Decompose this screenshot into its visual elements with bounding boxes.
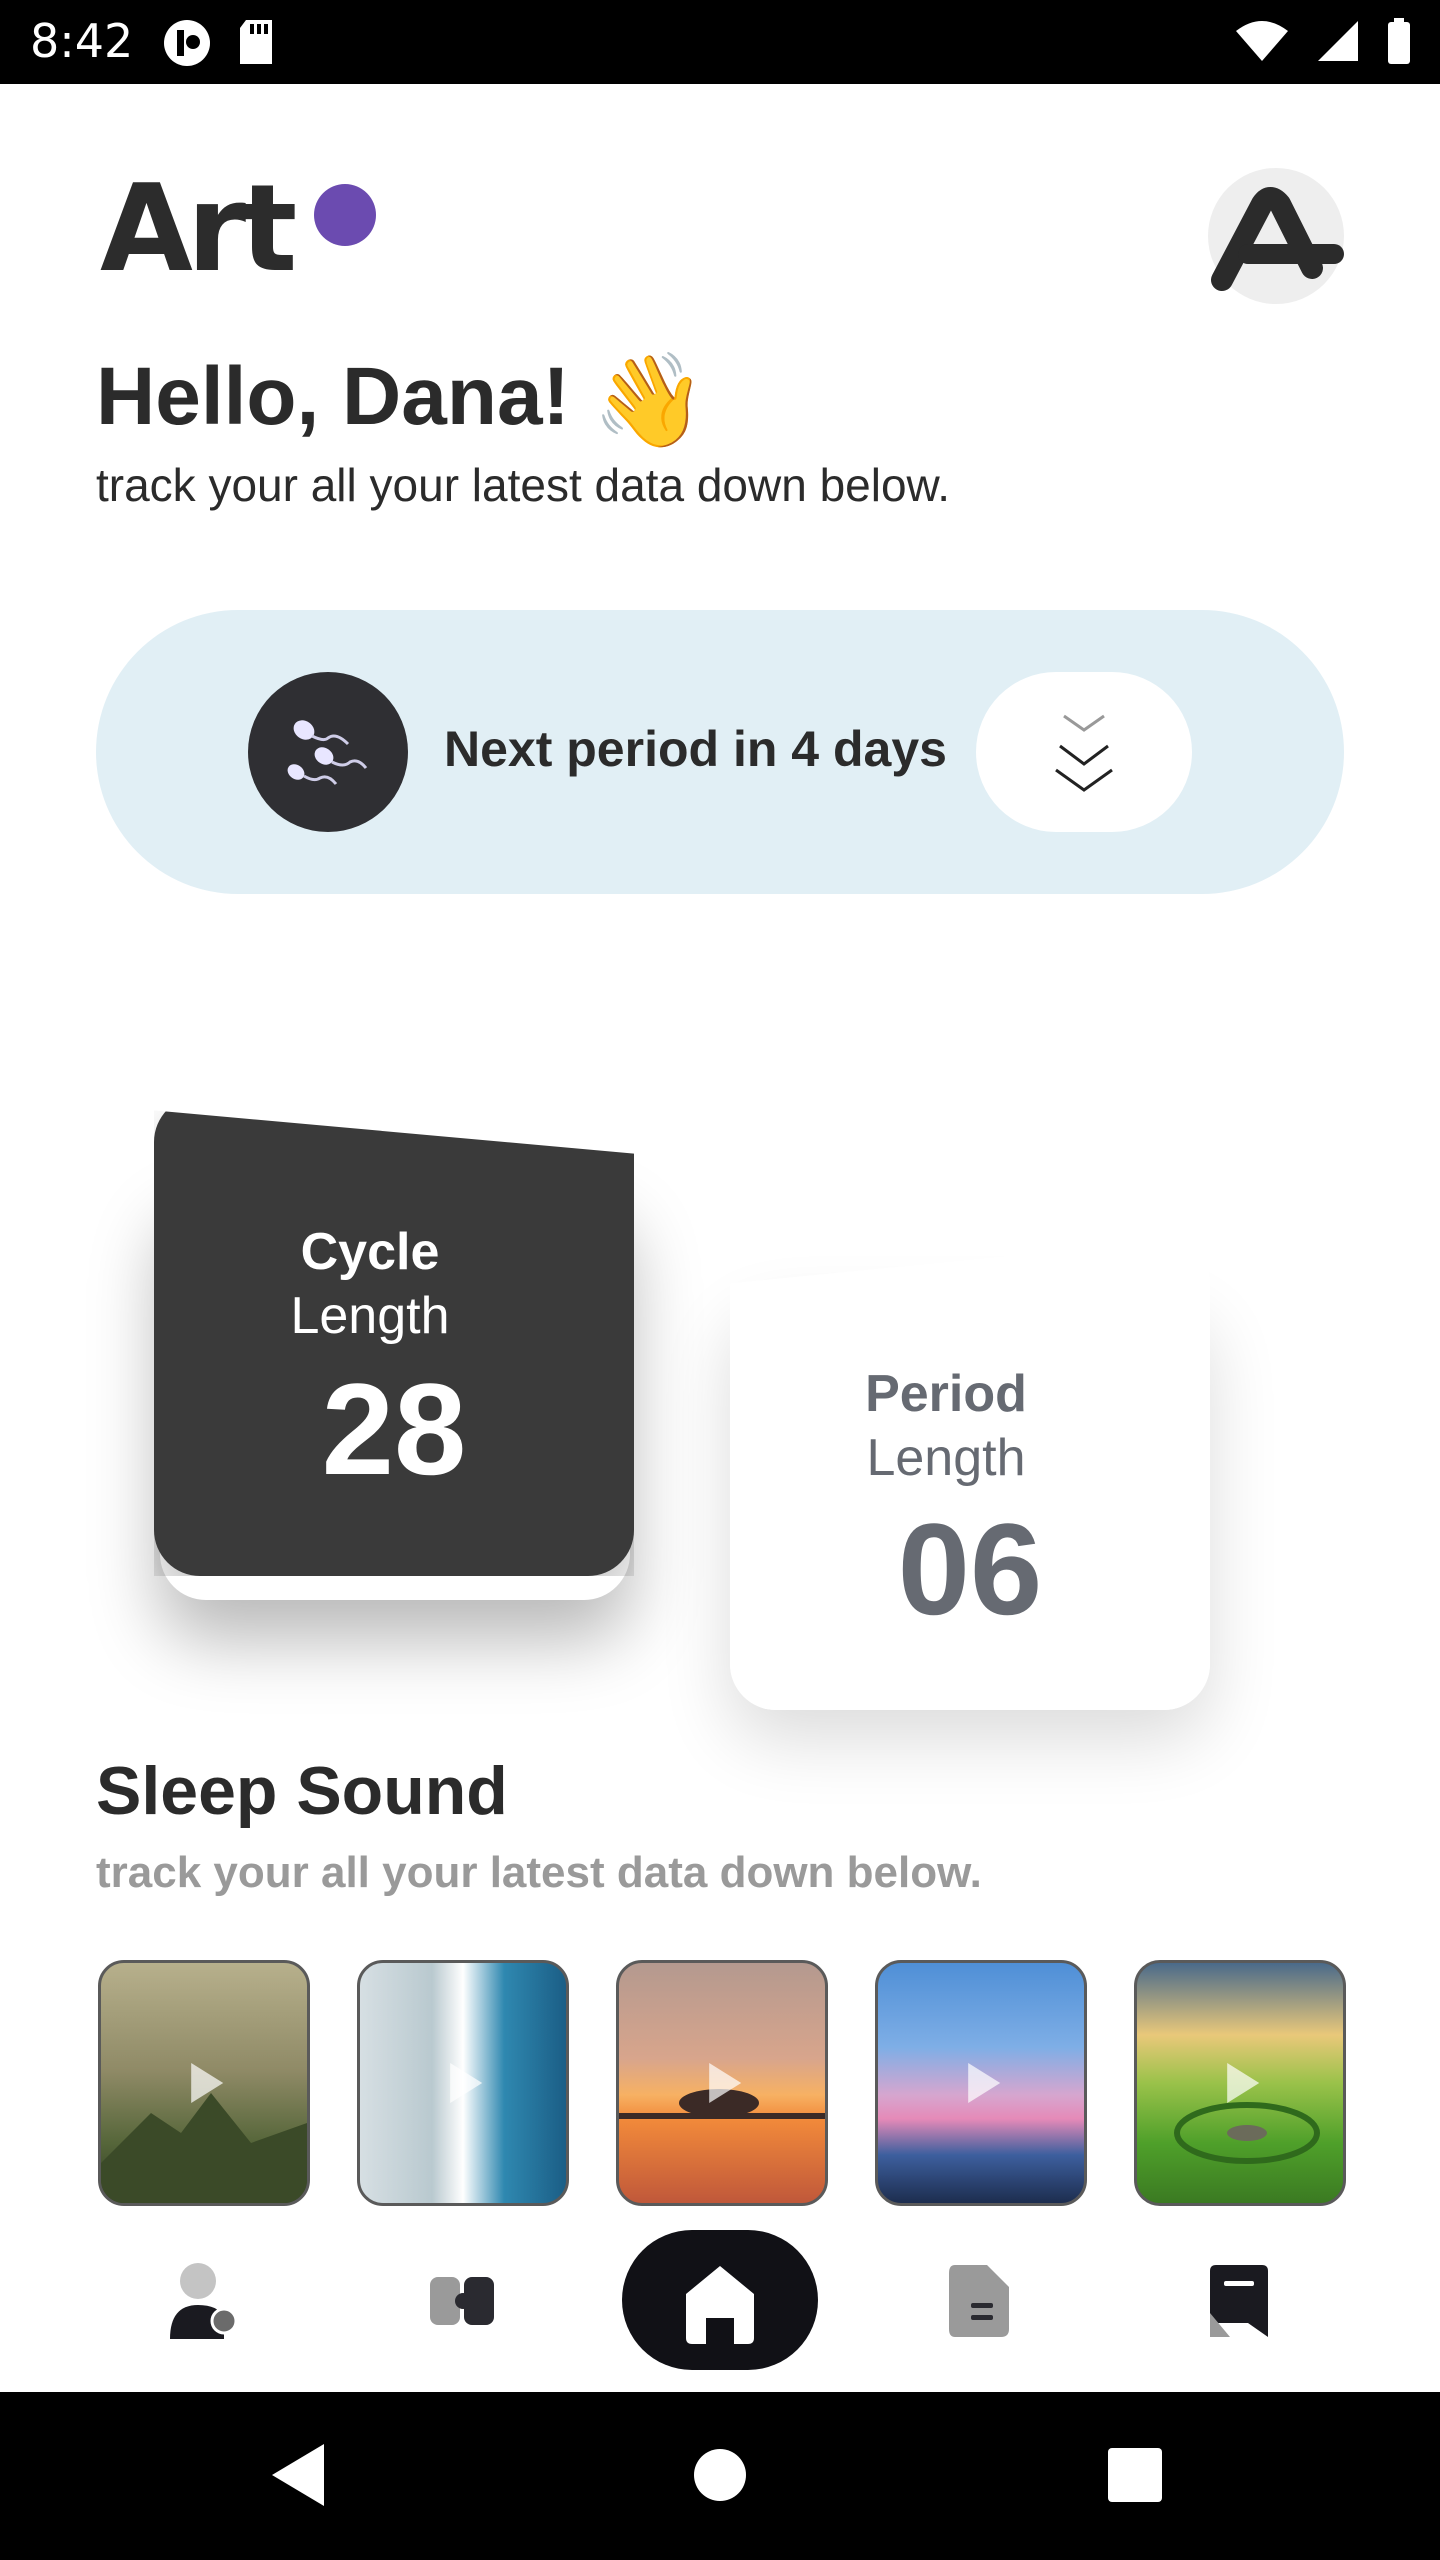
cycle-title: Cycle [300, 1223, 440, 1281]
sperm-icon [287, 720, 368, 785]
period-subtitle: Length [866, 1429, 1026, 1487]
document-icon [949, 2265, 1009, 2337]
status-right-icons [1234, 18, 1412, 64]
play-icon [709, 2063, 742, 2103]
cycle-length-card[interactable]: Cycle Length 28 [154, 1110, 634, 1576]
play-icon [1227, 2063, 1260, 2103]
period-title: Period [865, 1365, 1027, 1423]
sperm-badge [248, 672, 408, 832]
sleep-sound-title: Sleep Sound [96, 1753, 508, 1829]
status-left-icons [162, 18, 276, 68]
greeting-title: Hello, Dana! [96, 351, 570, 442]
play-icon [450, 2063, 483, 2103]
expand-button[interactable] [976, 672, 1192, 832]
cycle-value: 28 [321, 1356, 467, 1502]
wifi-icon [1236, 21, 1288, 61]
back-icon[interactable] [270, 2442, 330, 2508]
sleep-sound-thumb-field[interactable] [1134, 1960, 1346, 2206]
logo-text: Art [100, 160, 297, 299]
system-navigation-bar [0, 2392, 1440, 2560]
status-bar: 8:42 [0, 0, 1440, 84]
next-period-text: Next period in 4 days [444, 721, 947, 777]
waving-hand-emoji: 👋 [592, 350, 707, 452]
period-value: 06 [897, 1496, 1043, 1642]
sleep-sound-thumb-beach[interactable] [875, 1960, 1087, 2206]
status-time: 8:42 [30, 14, 134, 68]
home-circle-icon[interactable] [693, 2448, 747, 2502]
app-logo: Art [100, 160, 376, 299]
greeting-subtitle: track your all your latest data down bel… [96, 459, 951, 511]
battery-icon [1388, 18, 1410, 64]
profile-settings-icon [170, 2263, 238, 2339]
nav-profile[interactable] [148, 2246, 258, 2356]
profile-avatar[interactable] [1208, 168, 1344, 304]
puzzle-icon [430, 2277, 494, 2325]
logo-dot [314, 184, 376, 246]
signal-icon [1318, 21, 1358, 61]
home-icon [686, 2266, 754, 2344]
app-notification-icon [164, 20, 210, 66]
profile-avatar-icon [1211, 187, 1344, 291]
nav-home[interactable] [622, 2230, 818, 2370]
sleep-sound-thumb-sunset-lake[interactable] [616, 1960, 828, 2206]
play-icon [968, 2063, 1001, 2103]
cycle-subtitle: Length [290, 1287, 450, 1345]
sleep-sound-subtitle: track your all your latest data down bel… [96, 1848, 982, 1897]
double-chevron-down-icon [1055, 714, 1113, 792]
recents-icon[interactable] [1108, 2448, 1162, 2502]
play-icon [191, 2063, 224, 2103]
sd-card-icon [240, 20, 272, 64]
bookmark-icon [1210, 2265, 1268, 2337]
nav-puzzle[interactable] [408, 2246, 518, 2356]
sleep-sound-thumb-mountain[interactable] [98, 1960, 310, 2206]
period-length-card[interactable]: Period Length 06 [730, 1236, 1210, 1710]
next-period-card[interactable]: Next period in 4 days [96, 610, 1344, 894]
nav-documents[interactable] [924, 2246, 1034, 2356]
nav-bookmark[interactable] [1184, 2246, 1294, 2356]
sleep-sound-thumb-ocean[interactable] [357, 1960, 569, 2206]
